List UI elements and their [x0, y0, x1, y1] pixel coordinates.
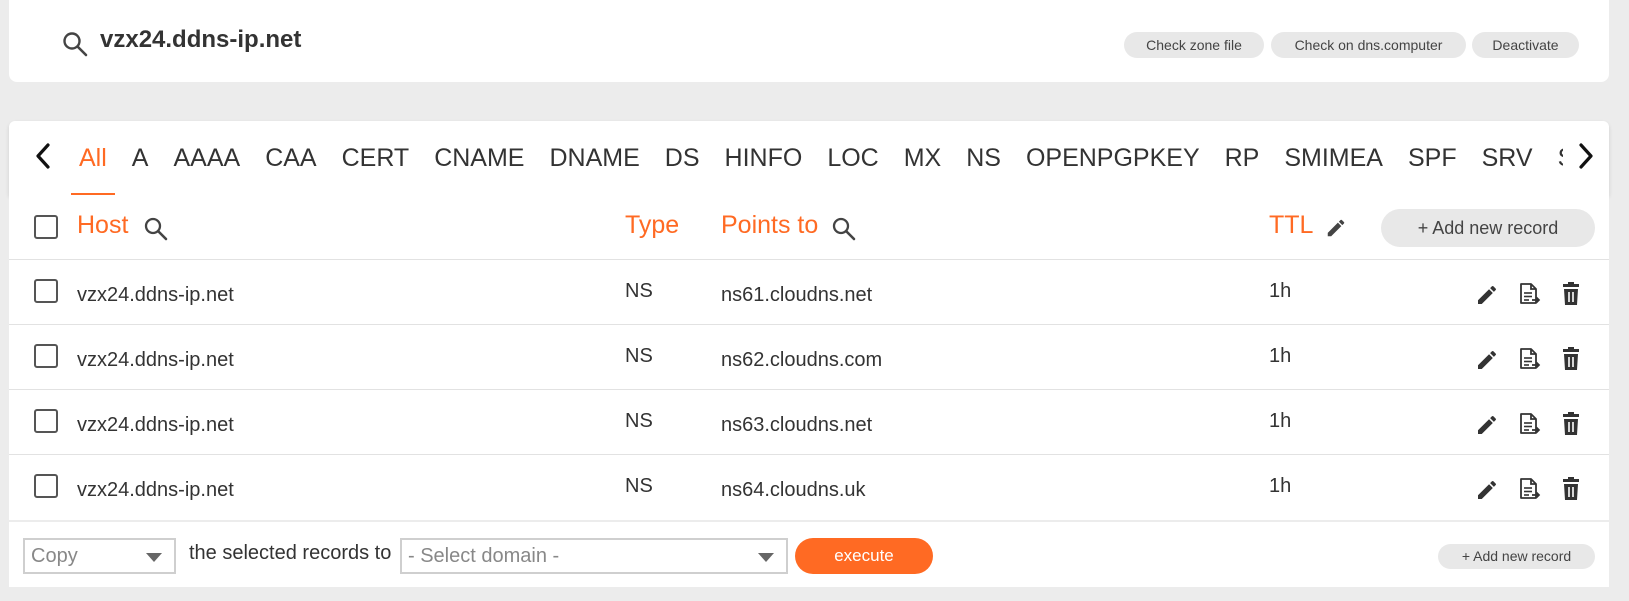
tab-smimea[interactable]: SMIMEA	[1276, 121, 1391, 195]
type-cell: NS	[625, 345, 653, 367]
tab-sshfp[interactable]: SSHFP	[1550, 121, 1563, 195]
check-on-dns-computer-button[interactable]: Check on dns.computer	[1271, 32, 1466, 58]
ttl-cell: 1h	[1269, 475, 1292, 497]
bulk-action-select[interactable]: Copy	[23, 538, 176, 574]
selected-records-label: the selected records to	[189, 542, 392, 564]
type-cell: NS	[625, 280, 653, 302]
domain-title: vzx24.ddns-ip.net	[100, 26, 302, 53]
row-checkbox[interactable]	[34, 279, 58, 303]
add-new-record-button[interactable]: + Add new record	[1438, 544, 1595, 569]
ttl-cell: 1h	[1269, 410, 1292, 432]
chevron-left-icon[interactable]	[29, 139, 57, 173]
row-checkbox[interactable]	[34, 409, 58, 433]
tab-mx[interactable]: MX	[896, 121, 950, 195]
pencil-icon[interactable]	[1475, 281, 1499, 307]
type-cell: NS	[625, 475, 653, 497]
points-to-cell: ns61.cloudns.net	[721, 284, 873, 306]
pencil-icon[interactable]	[1475, 411, 1499, 437]
deactivate-button[interactable]: Deactivate	[1472, 32, 1579, 58]
tab-all[interactable]: All	[71, 121, 115, 195]
execute-button[interactable]: execute	[795, 538, 933, 574]
search-icon[interactable]	[143, 216, 169, 242]
row-checkbox[interactable]	[34, 344, 58, 368]
tab-ns[interactable]: NS	[958, 121, 1009, 195]
type-column-header: Type	[625, 211, 680, 239]
tab-a[interactable]: A	[124, 121, 157, 195]
ttl-cell: 1h	[1269, 280, 1292, 302]
domain-header: vzx24.ddns-ip.net Check zone file Check …	[9, 0, 1609, 82]
trash-icon[interactable]	[1559, 346, 1583, 372]
record-type-tabs: All A AAAA CAA CERT CNAME DNAME DS HINFO LOC MX NS O…	[9, 121, 1609, 195]
table-row: vzx24.ddns-ip.net NS ns64.cloudns.uk 1h	[9, 455, 1609, 520]
tab-strip: All A AAAA CAA CERT CNAME DNAME DS HINFO LOC MX NS O…	[71, 121, 1563, 195]
pencil-icon[interactable]	[1325, 217, 1347, 239]
host-cell: vzx24.ddns-ip.net	[77, 414, 234, 436]
points-to-cell: ns64.cloudns.uk	[721, 479, 866, 501]
copy-document-icon[interactable]	[1517, 346, 1541, 372]
records-table: Host Type Points to TTL + Add new record…	[9, 195, 1609, 520]
copy-document-icon[interactable]	[1517, 411, 1541, 437]
tab-loc[interactable]: LOC	[819, 121, 886, 195]
points-to-column-header: Points to	[721, 211, 819, 239]
ttl-cell: 1h	[1269, 345, 1292, 367]
tab-cname[interactable]: CNAME	[426, 121, 532, 195]
pencil-icon[interactable]	[1475, 476, 1499, 502]
pencil-icon[interactable]	[1475, 346, 1499, 372]
trash-icon[interactable]	[1559, 411, 1583, 437]
tab-openpgpkey[interactable]: OPENPGPKEY	[1018, 121, 1208, 195]
bulk-action-bar: Copy the selected records to - Select do…	[9, 522, 1609, 587]
host-cell: vzx24.ddns-ip.net	[77, 479, 234, 501]
check-zone-file-button[interactable]: Check zone file	[1124, 32, 1264, 58]
tab-srv[interactable]: SRV	[1474, 121, 1541, 195]
table-row: vzx24.ddns-ip.net NS ns63.cloudns.net 1h	[9, 390, 1609, 455]
chevron-down-icon	[146, 553, 162, 562]
ttl-column-header: TTL	[1269, 211, 1314, 239]
target-domain-select[interactable]: - Select domain -	[400, 538, 788, 574]
host-column-header: Host	[77, 211, 129, 239]
host-cell: vzx24.ddns-ip.net	[77, 349, 234, 371]
tab-ds[interactable]: DS	[657, 121, 708, 195]
type-cell: NS	[625, 410, 653, 432]
add-new-record-button[interactable]: + Add new record	[1381, 209, 1595, 247]
bulk-action-value: Copy	[31, 545, 78, 567]
chevron-down-icon	[758, 553, 774, 562]
host-cell: vzx24.ddns-ip.net	[77, 284, 234, 306]
copy-document-icon[interactable]	[1517, 281, 1541, 307]
row-checkbox[interactable]	[34, 474, 58, 498]
target-domain-placeholder: - Select domain -	[408, 545, 560, 567]
search-icon	[63, 32, 88, 57]
points-to-cell: ns62.cloudns.com	[721, 349, 883, 371]
search-icon[interactable]	[831, 216, 857, 242]
tab-rp[interactable]: RP	[1217, 121, 1268, 195]
tab-hinfo[interactable]: HINFO	[717, 121, 811, 195]
copy-document-icon[interactable]	[1517, 476, 1541, 502]
table-row: vzx24.ddns-ip.net NS ns61.cloudns.net 1h	[9, 260, 1609, 325]
table-row: vzx24.ddns-ip.net NS ns62.cloudns.com 1h	[9, 325, 1609, 390]
table-header-row: Host Type Points to TTL + Add new record	[9, 195, 1609, 260]
tab-aaaa[interactable]: AAAA	[165, 121, 248, 195]
tab-cert[interactable]: CERT	[334, 121, 418, 195]
tab-spf[interactable]: SPF	[1400, 121, 1465, 195]
trash-icon[interactable]	[1559, 281, 1583, 307]
tab-dname[interactable]: DNAME	[542, 121, 648, 195]
tab-caa[interactable]: CAA	[257, 121, 324, 195]
chevron-right-icon[interactable]	[1572, 139, 1600, 173]
points-to-cell: ns63.cloudns.net	[721, 414, 873, 436]
select-all-checkbox[interactable]	[34, 215, 58, 239]
trash-icon[interactable]	[1559, 476, 1583, 502]
